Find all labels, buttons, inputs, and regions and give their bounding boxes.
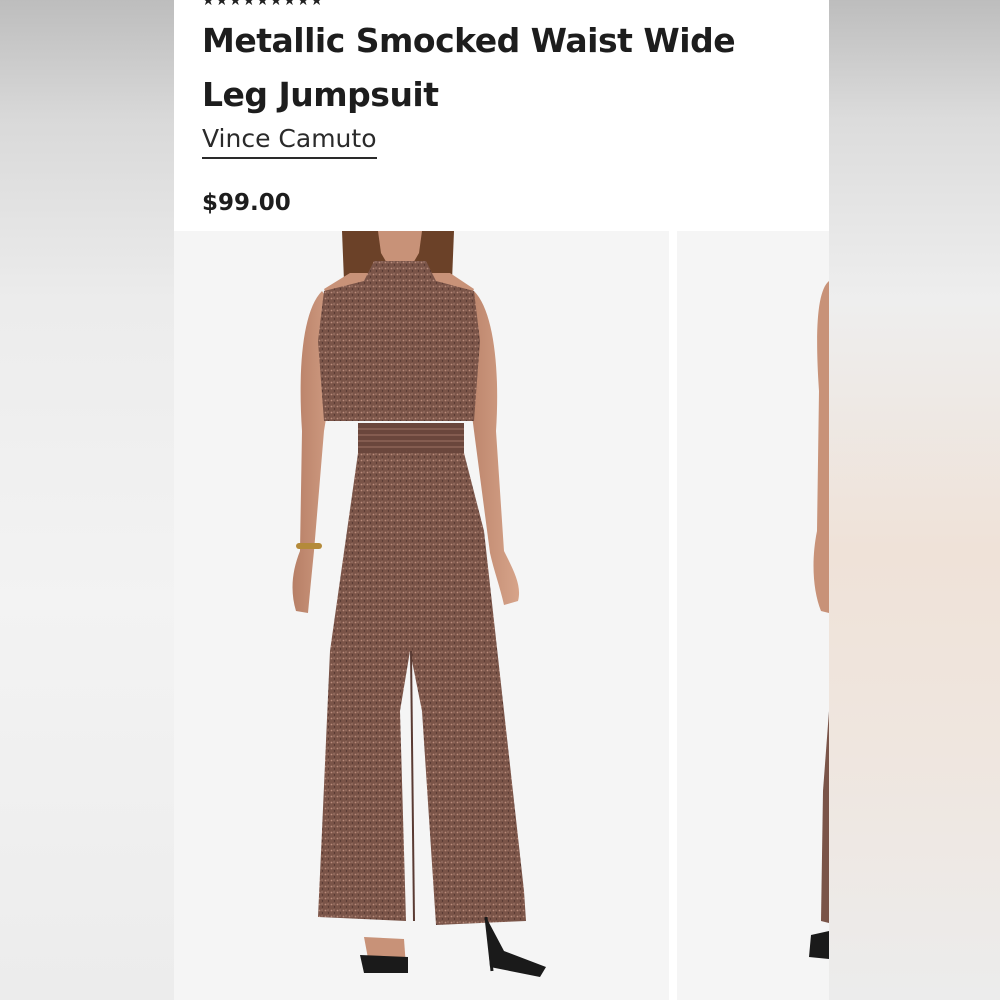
product-image-next[interactable] [677, 231, 829, 1000]
brand-link[interactable]: Vince Camuto [202, 124, 377, 159]
right-blurred-backdrop [828, 0, 1000, 1000]
left-blurred-backdrop [0, 0, 174, 1000]
image-gallery[interactable] [174, 231, 829, 1000]
rating-stars[interactable]: ★★★★★★★★★ [202, 0, 324, 6]
product-title: Metallic Smocked Waist Wide Leg Jumpsuit [202, 21, 736, 114]
jumpsuit-model-illustration [174, 231, 669, 1000]
product-price: $99.00 [202, 190, 291, 216]
product-card: ★★★★★★★★★ Metallic Smocked Waist Wide Le… [174, 0, 829, 1000]
jumpsuit-side-illustration [677, 231, 829, 1000]
product-image-main[interactable] [174, 231, 669, 1000]
